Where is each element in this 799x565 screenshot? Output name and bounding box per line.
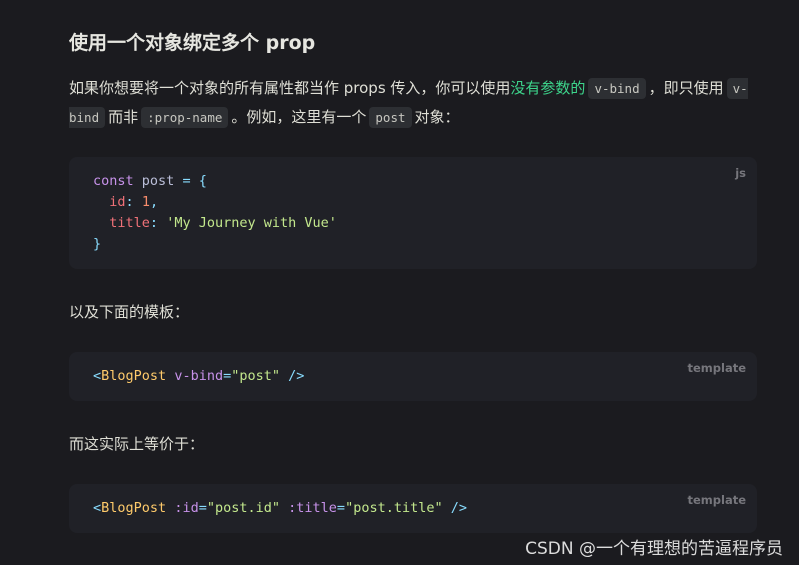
code-language-label: template — [687, 361, 746, 375]
code-language-label: js — [735, 166, 746, 180]
code-block-js: js const post = { id: 1, title: 'My Jour… — [69, 157, 757, 269]
text: ，即只使用 — [648, 79, 724, 97]
intro-paragraph: 如果你想要将一个对象的所有属性都当作 props 传入，你可以使用没有参数的 v-… — [69, 74, 757, 132]
template-paragraph: 以及下面的模板： — [69, 303, 190, 321]
code-block-template: template <BlogPost v-bind="post" /> — [69, 352, 757, 401]
code-block-template-equivalent: template <BlogPost :id="post.id" :title=… — [69, 484, 757, 533]
inline-code-post: post — [369, 107, 412, 128]
inline-code-v-bind: v-bind — [588, 78, 646, 99]
code-content[interactable]: const post = { id: 1, title: 'My Journey… — [93, 171, 337, 255]
code-language-label: template — [687, 493, 746, 507]
inline-code-prop-name: :prop-name — [141, 107, 229, 128]
text: 对象： — [414, 108, 460, 126]
no-argument-link[interactable]: 没有参数的 — [510, 79, 585, 97]
text: 如果你想要将一个对象的所有属性都当作 props 传入，你可以使用 — [69, 79, 511, 97]
watermark: CSDN @一个有理想的苦逼程序员 — [525, 539, 783, 559]
section-heading: 使用一个对象绑定多个 prop — [69, 32, 316, 54]
text: 而非 — [108, 108, 139, 126]
equivalent-paragraph: 而这实际上等价于： — [69, 435, 205, 453]
code-content[interactable]: <BlogPost v-bind="post" /> — [93, 366, 304, 387]
code-content[interactable]: <BlogPost :id="post.id" :title="post.tit… — [93, 498, 467, 519]
text: 。例如，这里有一个 — [231, 108, 367, 126]
